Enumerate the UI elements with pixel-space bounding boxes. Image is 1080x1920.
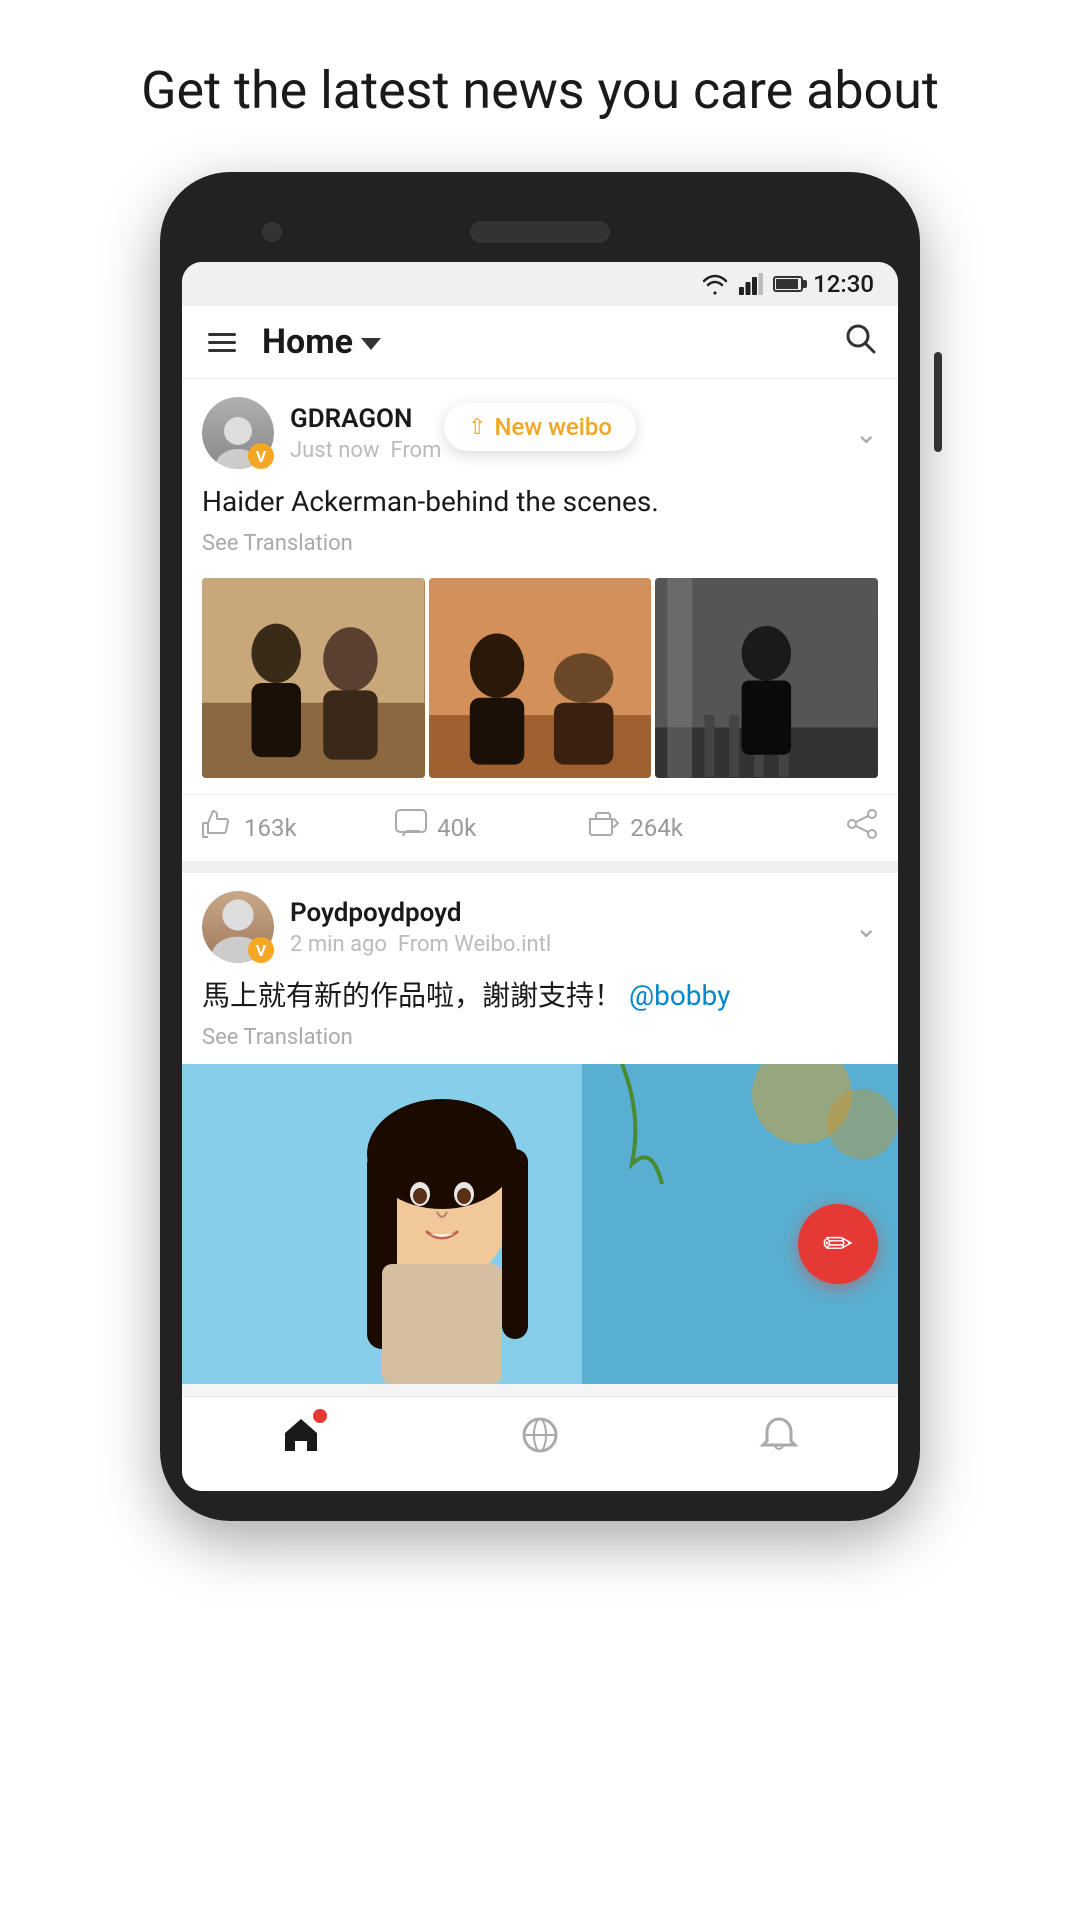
post-actions: 163k 40k	[182, 794, 898, 861]
image-grid	[182, 570, 898, 794]
repost-icon	[588, 809, 620, 847]
share-icon	[846, 809, 878, 847]
phone-side-button	[934, 352, 942, 452]
compose-fab-button[interactable]: ✏	[798, 1204, 878, 1284]
wifi-icon	[701, 273, 729, 295]
phone-screen: 12:30 Home	[182, 262, 898, 1491]
grid-image-2[interactable]	[429, 578, 652, 778]
post-text-chinese: 馬上就有新的作品啦，謝謝支持！ @bobby	[202, 975, 878, 1017]
post-header-2: V Poydpoydpoyd 2 min ago From Weibo.intl…	[182, 873, 898, 975]
new-weibo-pill[interactable]: ⇧ New weibo	[444, 403, 636, 451]
battery-icon	[773, 276, 803, 292]
feed: V GDRAGON Just now From ⌄ ⇧ New	[182, 379, 898, 1384]
like-icon	[202, 809, 234, 847]
avatar-container: V	[202, 397, 274, 469]
phone-top-bar	[182, 202, 898, 262]
status-icons: 12:30	[701, 270, 874, 298]
comment-count: 40k	[437, 814, 476, 842]
app-header: Home	[182, 306, 898, 379]
post-text: Haider Ackerman-behind the scenes.	[202, 481, 878, 523]
verified-badge-2: V	[248, 937, 274, 963]
home-notification-dot	[313, 1409, 327, 1423]
home-icon	[279, 1420, 323, 1467]
new-weibo-text: New weibo	[494, 413, 612, 441]
post-single-image	[182, 1064, 898, 1384]
like-action[interactable]: 163k	[202, 809, 395, 847]
nav-notifications[interactable]	[757, 1413, 801, 1467]
post-meta-2: Poydpoydpoyd 2 min ago From Weibo.intl	[290, 898, 855, 957]
grid-image-1[interactable]	[202, 578, 425, 778]
dropdown-arrow-icon	[361, 338, 381, 350]
nav-home[interactable]	[279, 1413, 323, 1467]
post-header: V GDRAGON Just now From ⌄ ⇧ New	[182, 379, 898, 481]
signal-icon	[739, 273, 763, 295]
hamburger-line-3	[208, 349, 236, 352]
repost-action[interactable]: 264k	[588, 809, 781, 847]
phone-frame: 12:30 Home	[160, 172, 920, 1521]
post-card-2: V Poydpoydpoyd 2 min ago From Weibo.intl…	[182, 873, 898, 1384]
post-mention[interactable]: @bobby	[629, 979, 730, 1012]
nav-discover[interactable]	[518, 1413, 562, 1467]
phone-speaker	[470, 221, 610, 243]
see-translation-button-2[interactable]: See Translation	[202, 1025, 878, 1050]
like-count: 163k	[244, 814, 297, 842]
compose-icon: ✏	[823, 1223, 853, 1265]
phone-camera	[262, 222, 282, 242]
discover-icon	[518, 1413, 562, 1467]
search-button[interactable]	[842, 320, 878, 364]
see-translation-button[interactable]: See Translation	[202, 531, 878, 556]
hamburger-line-1	[208, 333, 236, 336]
comment-action[interactable]: 40k	[395, 809, 588, 847]
status-time: 12:30	[813, 270, 874, 298]
notifications-icon	[757, 1413, 801, 1467]
status-bar: 12:30	[182, 262, 898, 306]
page-headline: Get the latest news you care about	[81, 60, 999, 122]
hamburger-line-2	[208, 341, 236, 344]
comment-icon	[395, 809, 427, 847]
post-username-2: Poydpoydpoyd	[290, 898, 855, 928]
share-action[interactable]	[781, 809, 878, 847]
bottom-nav	[182, 1396, 898, 1491]
post-content-2: 馬上就有新的作品啦，謝謝支持！ @bobby See Translation	[182, 975, 898, 1064]
post-dropdown-button[interactable]: ⌄	[855, 417, 878, 450]
header-title-label: Home	[262, 322, 353, 362]
hamburger-button[interactable]	[202, 327, 242, 358]
new-weibo-arrow-icon: ⇧	[468, 415, 486, 440]
post-card: V GDRAGON Just now From ⌄ ⇧ New	[182, 379, 898, 861]
post-time-2: 2 min ago From Weibo.intl	[290, 932, 855, 957]
post-content: Haider Ackerman-behind the scenes. See T…	[182, 481, 898, 570]
post-dropdown-button-2[interactable]: ⌄	[855, 911, 878, 944]
header-title[interactable]: Home	[262, 322, 381, 362]
verified-badge: V	[248, 443, 274, 469]
repost-count: 264k	[630, 814, 683, 842]
post-image-bg	[182, 1064, 898, 1384]
grid-image-3[interactable]	[655, 578, 878, 778]
avatar-container-2: V	[202, 891, 274, 963]
